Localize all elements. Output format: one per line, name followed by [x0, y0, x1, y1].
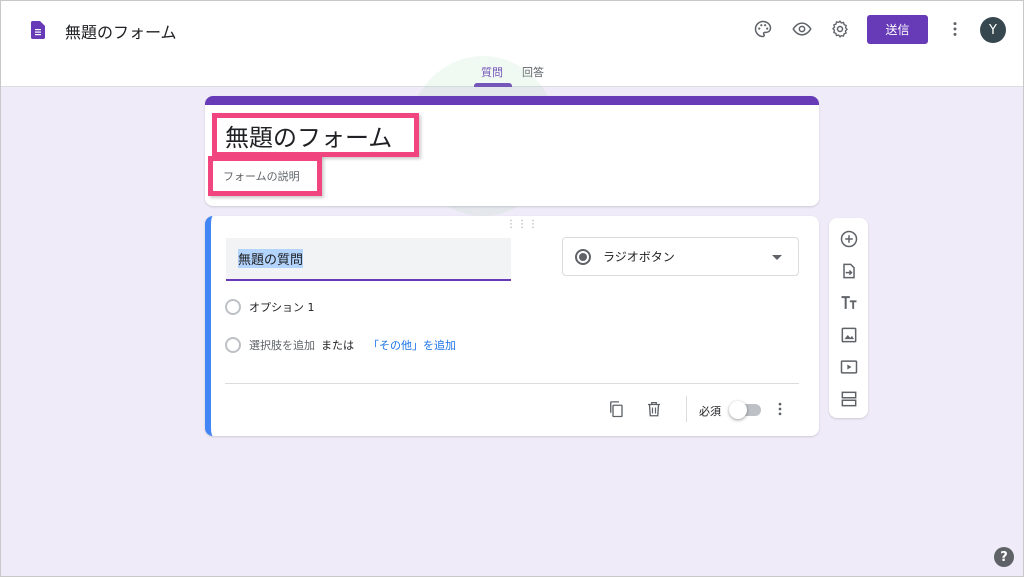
settings-gear-icon[interactable]: [828, 17, 852, 41]
delete-icon[interactable]: [643, 398, 665, 420]
app-header: 無題のフォーム 送信 Y 質問 回答: [1, 1, 1023, 87]
add-video-icon[interactable]: [838, 356, 860, 378]
question-type-dropdown[interactable]: ラジオボタン: [562, 237, 799, 276]
radio-button-icon: [575, 248, 591, 265]
duplicate-icon[interactable]: [605, 398, 627, 420]
more-vert-icon[interactable]: [943, 17, 967, 41]
add-question-icon[interactable]: [838, 228, 860, 250]
google-forms-logo-icon[interactable]: [31, 21, 45, 39]
more-vert-icon[interactable]: [769, 398, 791, 420]
send-button[interactable]: 送信: [867, 15, 928, 44]
form-title-field[interactable]: 無題のフォーム: [212, 113, 419, 157]
footer-separator: [686, 396, 687, 422]
or-text: または: [321, 339, 354, 352]
floating-toolbar: [829, 218, 868, 418]
option-label[interactable]: オプション 1: [249, 299, 315, 315]
palette-icon[interactable]: [751, 17, 775, 41]
option-row[interactable]: オプション 1: [225, 299, 315, 315]
add-other-link[interactable]: 「その他」を追加: [368, 337, 456, 353]
tab-responses[interactable]: 回答: [522, 64, 544, 80]
dropdown-arrow-icon: [772, 255, 782, 260]
radio-empty-icon: [225, 337, 241, 353]
toggle-thumb: [729, 401, 747, 419]
drag-handle-icon[interactable]: ⋮⋮⋮: [506, 220, 539, 230]
question-title-input[interactable]: 無題の質問: [226, 238, 511, 281]
document-title[interactable]: 無題のフォーム: [65, 19, 177, 43]
required-label: 必須: [699, 405, 721, 418]
add-option-row: 選択肢を追加 または 「その他」を追加: [225, 337, 456, 353]
add-image-icon[interactable]: [838, 324, 860, 346]
help-icon[interactable]: ?: [994, 547, 1014, 567]
add-option-input[interactable]: 選択肢を追加: [249, 337, 315, 353]
import-questions-icon[interactable]: [838, 260, 860, 282]
question-title-text: 無題の質問: [238, 249, 304, 268]
question-type-label: ラジオボタン: [603, 250, 675, 264]
add-title-icon[interactable]: [838, 292, 860, 314]
preview-eye-icon[interactable]: [790, 17, 814, 41]
required-toggle[interactable]: [729, 401, 761, 419]
avatar[interactable]: Y: [980, 17, 1006, 43]
add-section-icon[interactable]: [838, 388, 860, 410]
active-tab-indicator: [474, 83, 512, 87]
radio-empty-icon: [225, 299, 241, 315]
tab-questions[interactable]: 質問: [481, 64, 503, 80]
form-description-field[interactable]: フォームの説明: [208, 156, 322, 196]
card-footer-divider: [225, 383, 799, 384]
